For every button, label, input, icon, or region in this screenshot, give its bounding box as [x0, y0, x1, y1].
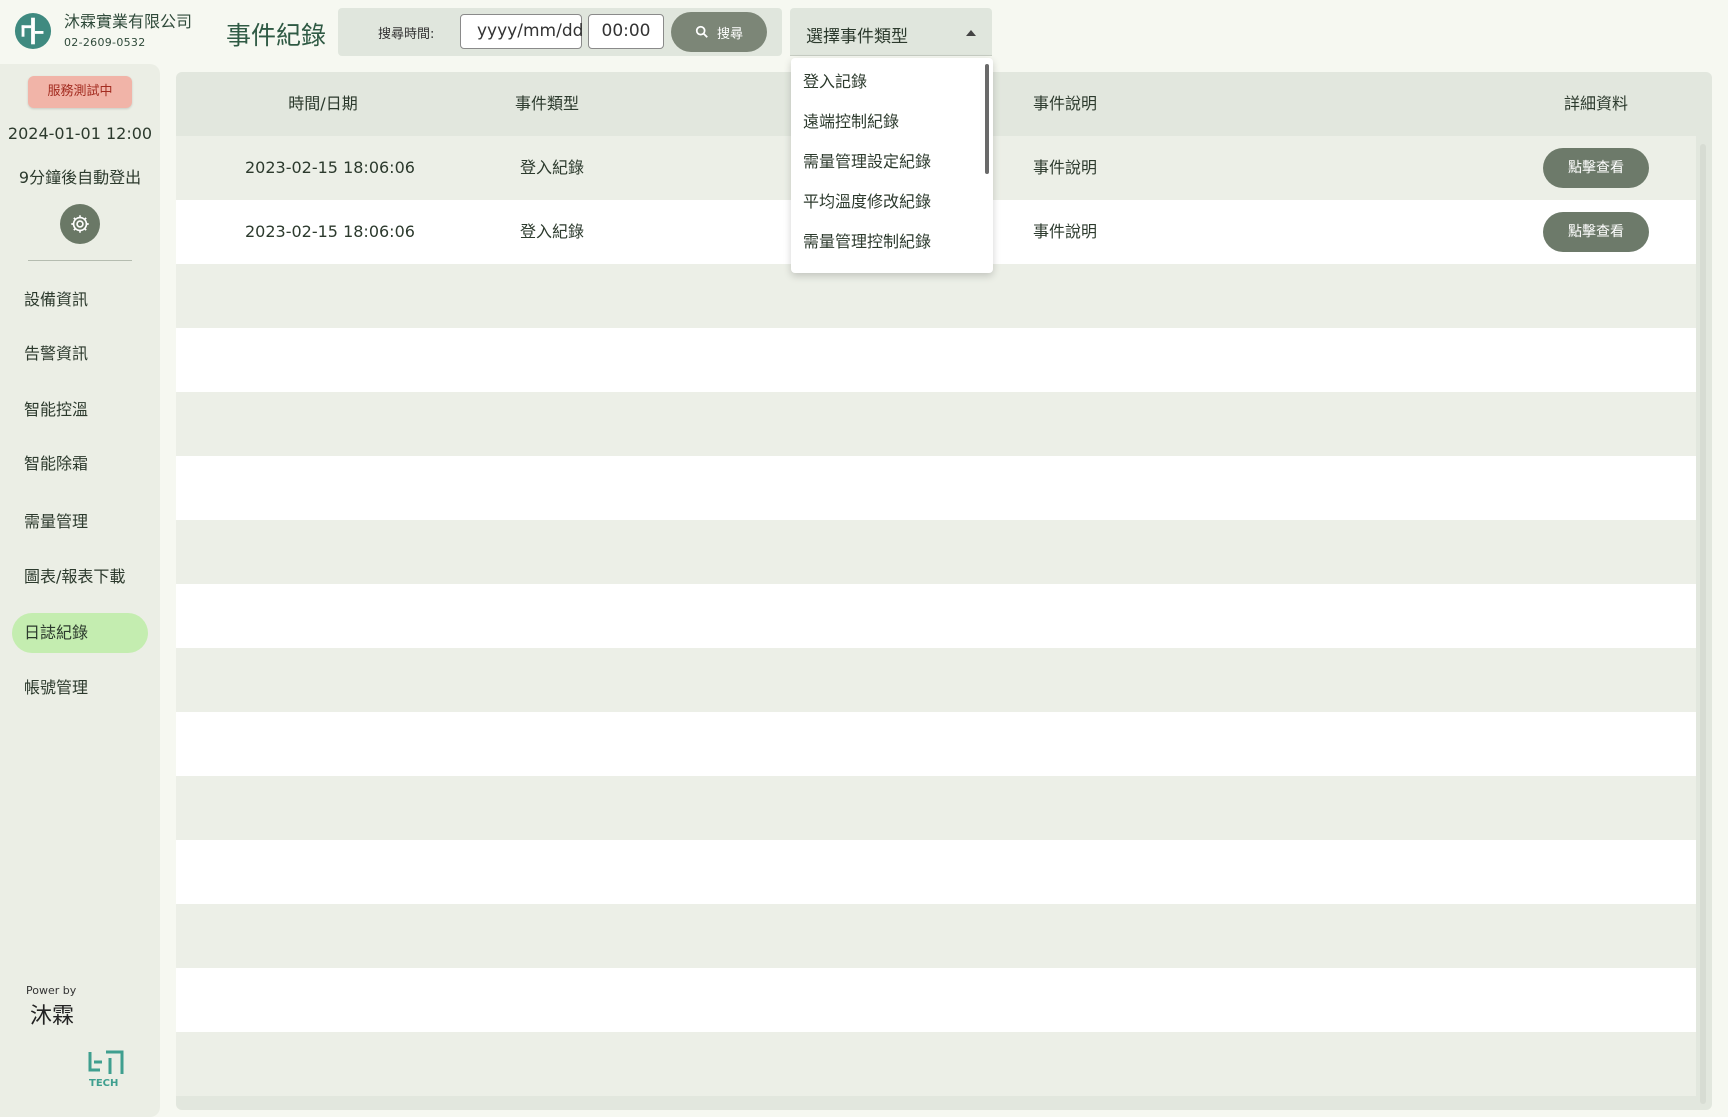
search-bar: 搜尋時間: yyyy/mm/dd 00:00 搜尋	[338, 8, 782, 56]
table-row-empty	[176, 328, 1696, 392]
brand-name: 沐霖	[30, 1004, 75, 1029]
table-row-empty	[176, 712, 1696, 776]
table-row-empty	[176, 968, 1696, 1032]
table-row-empty	[176, 1032, 1696, 1096]
caret-up-icon	[966, 30, 976, 36]
table-row-empty	[176, 776, 1696, 840]
column-header-time: 時間/日期	[288, 94, 358, 113]
cell-type: 登入紀錄	[520, 222, 585, 241]
search-button-label: 搜尋	[716, 26, 743, 42]
dropdown-option[interactable]: 遠端控制紀錄	[791, 110, 993, 150]
table-row-empty	[176, 904, 1696, 968]
tech-logo-icon: TECH	[88, 1050, 124, 1088]
sidebar-item-smart-defrost[interactable]: 智能除霜	[12, 444, 148, 484]
company-phone: 02-2609-0532	[64, 36, 146, 49]
sidebar-divider	[28, 260, 132, 261]
time-input[interactable]: 00:00	[588, 14, 664, 49]
table-row-empty	[176, 264, 1696, 328]
search-icon	[695, 25, 708, 38]
dropdown-option[interactable]: 登入記錄	[791, 70, 993, 110]
cell-time: 2023-02-15 18:06:06	[245, 222, 415, 241]
event-type-dropdown: 登入記錄 遠端控制紀錄 需量管理設定紀錄 平均溫度修改紀錄 需量管理控制紀錄	[791, 58, 993, 273]
dropdown-option[interactable]: 需量管理控制紀錄	[791, 230, 993, 270]
event-type-select[interactable]: 選擇事件類型	[790, 8, 992, 56]
sidebar-item-alarm-info[interactable]: 告警資訊	[12, 334, 148, 374]
cell-time: 2023-02-15 18:06:06	[245, 158, 415, 177]
search-time-label: 搜尋時間:	[378, 27, 435, 42]
status-badge: 服務測試中	[28, 76, 132, 108]
search-button[interactable]: 搜尋	[671, 12, 767, 52]
company-logo-icon	[14, 12, 52, 50]
auto-logout-notice: 9分鐘後自動登出	[18, 168, 142, 187]
sidebar-item-demand-management[interactable]: 需量管理	[12, 502, 148, 542]
sidebar-item-device-info[interactable]: 設備資訊	[12, 280, 148, 320]
sidebar-item-smart-temp[interactable]: 智能控溫	[12, 390, 148, 430]
table-row-empty	[176, 648, 1696, 712]
power-by-label: Power by	[26, 984, 77, 997]
dropdown-option[interactable]: 需量管理設定紀錄	[791, 150, 993, 190]
column-header-type: 事件類型	[514, 94, 579, 113]
company-name: 沐霖實業有限公司	[64, 12, 193, 31]
dropdown-option[interactable]: 平均溫度修改紀錄	[791, 190, 993, 230]
table-row-empty	[176, 840, 1696, 904]
date-input[interactable]: yyyy/mm/dd	[460, 14, 583, 49]
event-type-select-label: 選擇事件類型	[806, 27, 908, 47]
gear-icon	[71, 215, 89, 233]
cell-description: 事件說明	[1033, 222, 1098, 241]
column-header-description: 事件說明	[1032, 94, 1097, 113]
sidebar: 服務測試中 2024-01-01 12:00 9分鐘後自動登出 設備資訊 告警資…	[0, 64, 160, 1117]
column-header-detail: 詳細資料	[1563, 94, 1628, 113]
table-row-empty	[176, 520, 1696, 584]
view-detail-button[interactable]: 點擊查看	[1543, 212, 1649, 252]
company-info: 沐霖實業有限公司 02-2609-0532	[64, 12, 192, 49]
view-detail-button[interactable]: 點擊查看	[1543, 148, 1649, 188]
page-title: 事件紀錄	[226, 21, 327, 50]
settings-button[interactable]	[60, 204, 100, 244]
table-row-empty	[176, 584, 1696, 648]
svg-text:TECH: TECH	[89, 1078, 118, 1088]
cell-type: 登入紀錄	[520, 158, 585, 177]
cell-description: 事件說明	[1033, 158, 1098, 177]
sidebar-item-accounts[interactable]: 帳號管理	[12, 668, 148, 708]
sidebar-item-reports[interactable]: 圖表/報表下載	[12, 557, 148, 597]
sidebar-item-logs[interactable]: 日誌紀錄	[12, 613, 148, 653]
current-datetime: 2024-01-01 12:00	[7, 124, 153, 143]
table-scrollbar[interactable]	[1700, 144, 1706, 1104]
table-row-empty	[176, 456, 1696, 520]
dropdown-scrollbar[interactable]	[985, 64, 989, 174]
table-row-empty	[176, 392, 1696, 456]
